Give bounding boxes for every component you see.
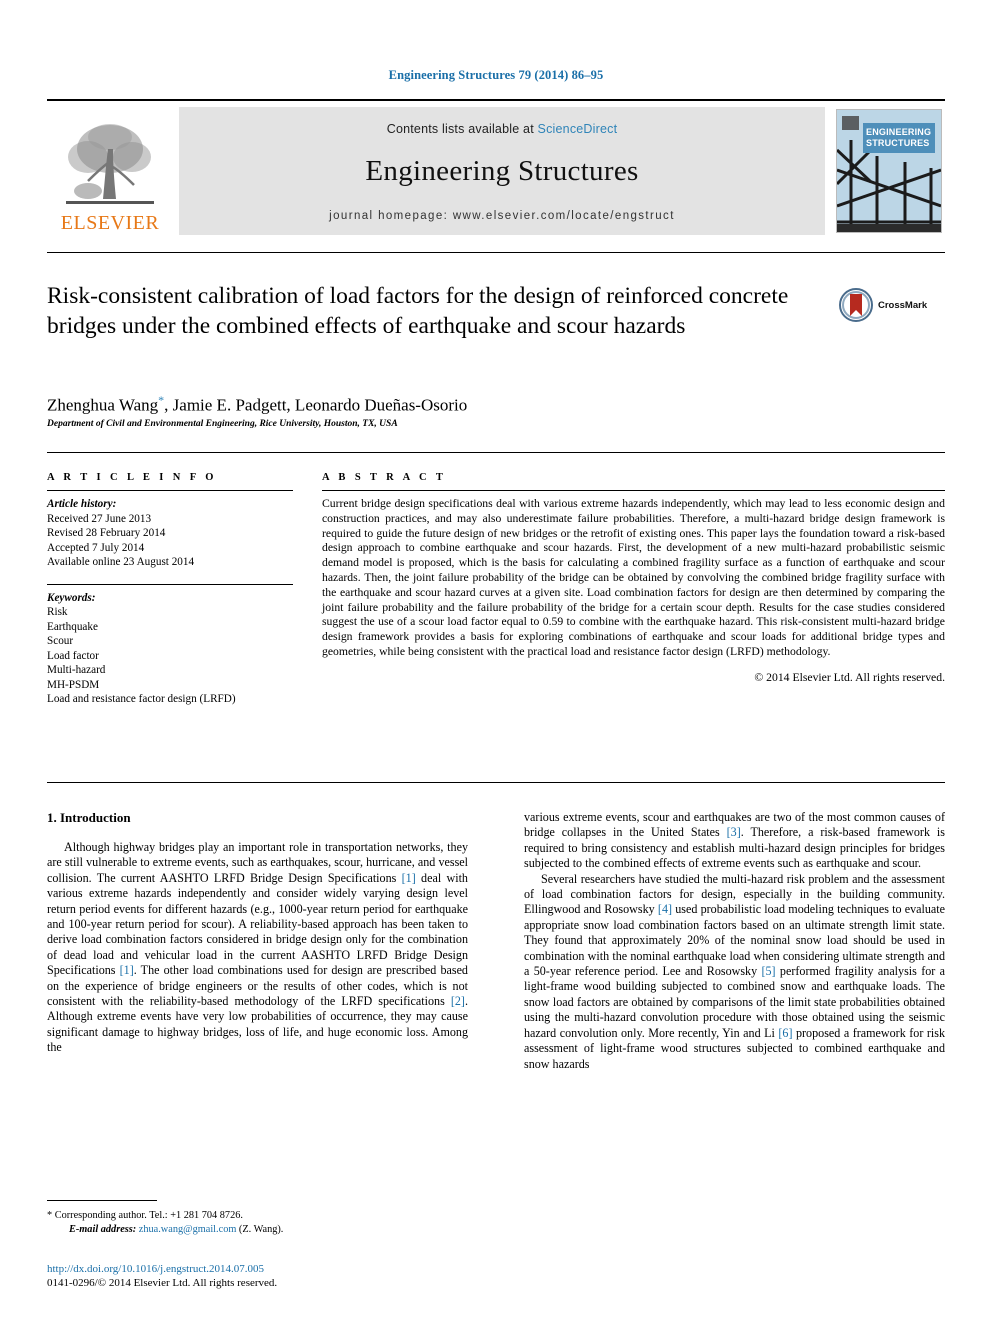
article-info-heading: A R T I C L E I N F O bbox=[47, 472, 217, 483]
article-history-group: Article history: Received 27 June 2013 R… bbox=[47, 497, 293, 570]
info-band-bottom-divider bbox=[47, 782, 945, 783]
info-band-top-divider bbox=[47, 452, 945, 453]
paragraph-intro-3: Several researchers have studied the mul… bbox=[524, 872, 945, 1072]
cover-title-line-2: STRUCTURES bbox=[866, 138, 930, 148]
citation-ref-6[interactable]: [6] bbox=[778, 1026, 792, 1040]
elsevier-cover-badge-icon bbox=[842, 116, 859, 130]
sciencedirect-link[interactable]: ScienceDirect bbox=[538, 122, 618, 136]
history-item: Revised 28 February 2014 bbox=[47, 527, 166, 539]
email-note: E-mail address: zhua.wang@gmail.com (Z. … bbox=[47, 1223, 468, 1237]
journal-article-page: Engineering Structures 79 (2014) 86–95 E… bbox=[0, 0, 992, 1323]
abstract-copyright: © 2014 Elsevier Ltd. All rights reserved… bbox=[754, 670, 945, 684]
keyword-item: Earthquake bbox=[47, 620, 98, 633]
article-info-rule bbox=[47, 490, 293, 491]
journal-masthead: ELSEVIER Contents lists available at Sci… bbox=[47, 99, 945, 237]
section-heading-introduction: 1. Introduction bbox=[47, 810, 131, 825]
article-history-label: Article history: bbox=[47, 498, 117, 510]
abstract-heading: A B S T R A C T bbox=[322, 472, 447, 483]
email-label: E-mail address: bbox=[69, 1223, 137, 1235]
paragraph-intro-1: Although highway bridges play an importa… bbox=[47, 840, 468, 1056]
body-column-right: various extreme events, scour and earthq… bbox=[524, 810, 945, 1072]
abstract-rule bbox=[322, 490, 945, 491]
citation-ref-2[interactable]: [2] bbox=[451, 994, 465, 1008]
author-others: , Jamie E. Padgett, Leonardo Dueñas-Osor… bbox=[164, 395, 468, 415]
doi-block: http://dx.doi.org/10.1016/j.engstruct.20… bbox=[47, 1262, 547, 1290]
title-divider bbox=[47, 252, 945, 253]
keyword-item: Multi-hazard bbox=[47, 664, 106, 676]
cover-title-line-1: ENGINEERING bbox=[866, 127, 932, 137]
email-link[interactable]: zhua.wang@gmail.com bbox=[139, 1224, 237, 1235]
keyword-item: Load and resistance factor design (LRFD) bbox=[47, 693, 236, 705]
abstract-column: A B S T R A C T Current bridge design sp… bbox=[322, 472, 945, 684]
masthead-center-band: Contents lists available at ScienceDirec… bbox=[179, 107, 825, 235]
contents-prefix: Contents lists available at bbox=[386, 122, 538, 136]
footnote-block: * Corresponding author. Tel.: +1 281 704… bbox=[47, 1200, 468, 1236]
crossmark-badge[interactable]: CrossMark bbox=[839, 284, 943, 326]
keyword-item: Risk bbox=[47, 606, 68, 618]
corresponding-author-note: * Corresponding author. Tel.: +1 281 704… bbox=[47, 1210, 243, 1221]
elsevier-logo: ELSEVIER bbox=[47, 107, 173, 235]
par-text: deal with various extreme hazards indepe… bbox=[47, 870, 468, 978]
keywords-group: Keywords: Risk Earthquake Scour Load fac… bbox=[47, 591, 293, 707]
citation-ref-4[interactable]: [4] bbox=[658, 902, 672, 916]
author-list: Zhenghua Wang*, Jamie E. Padgett, Leonar… bbox=[47, 393, 847, 416]
citation-ref-1[interactable]: [1] bbox=[402, 871, 416, 885]
history-item: Accepted 7 July 2014 bbox=[47, 541, 145, 554]
contents-list-line: Contents lists available at ScienceDirec… bbox=[179, 122, 825, 136]
footnote-divider bbox=[47, 1200, 157, 1201]
history-item: Received 27 June 2013 bbox=[47, 512, 152, 525]
abstract-text: Current bridge design specifications dea… bbox=[322, 497, 945, 658]
issn-copyright-line: 0141-0296/© 2014 Elsevier Ltd. All right… bbox=[47, 1277, 278, 1289]
keyword-item: Load factor bbox=[47, 649, 99, 662]
body-column-left: 1. Introduction Although highway bridges… bbox=[47, 810, 468, 1056]
paragraph-intro-2: various extreme events, scour and earthq… bbox=[524, 810, 945, 872]
history-item: Available online 23 August 2014 bbox=[47, 556, 195, 568]
crossmark-icon bbox=[839, 288, 873, 322]
doi-link[interactable]: http://dx.doi.org/10.1016/j.engstruct.20… bbox=[47, 1262, 547, 1276]
journal-title: Engineering Structures bbox=[365, 155, 639, 187]
keyword-item: Scour bbox=[47, 635, 74, 647]
keywords-rule bbox=[47, 583, 293, 585]
keyword-item: MH-PSDM bbox=[47, 678, 100, 691]
cover-journal-title: ENGINEERING STRUCTURES bbox=[863, 123, 935, 153]
elsevier-wordmark: ELSEVIER bbox=[60, 212, 160, 234]
citation-ref-5[interactable]: [5] bbox=[761, 964, 775, 978]
elsevier-tree-icon bbox=[66, 124, 154, 204]
keywords-label: Keywords: bbox=[47, 591, 96, 604]
author-primary: Zhenghua Wang bbox=[47, 395, 159, 415]
email-suffix: (Z. Wang). bbox=[236, 1223, 284, 1235]
crossmark-label: CrossMark bbox=[878, 299, 928, 311]
author-affiliation: Department of Civil and Environmental En… bbox=[47, 419, 398, 429]
journal-homepage-link[interactable]: journal homepage: www.elsevier.com/locat… bbox=[179, 210, 825, 222]
citation-ref-3[interactable]: [3] bbox=[727, 825, 741, 839]
running-head: Engineering Structures 79 (2014) 86–95 bbox=[388, 68, 604, 82]
article-info-column: A R T I C L E I N F O Article history: R… bbox=[47, 472, 293, 707]
page-title: Risk-consistent calibration of load fact… bbox=[47, 283, 789, 339]
journal-cover-block: ENGINEERING STRUCTURES bbox=[833, 107, 945, 235]
journal-cover-thumbnail: ENGINEERING STRUCTURES bbox=[836, 109, 942, 233]
citation-ref-1b[interactable]: [1] bbox=[120, 963, 134, 977]
